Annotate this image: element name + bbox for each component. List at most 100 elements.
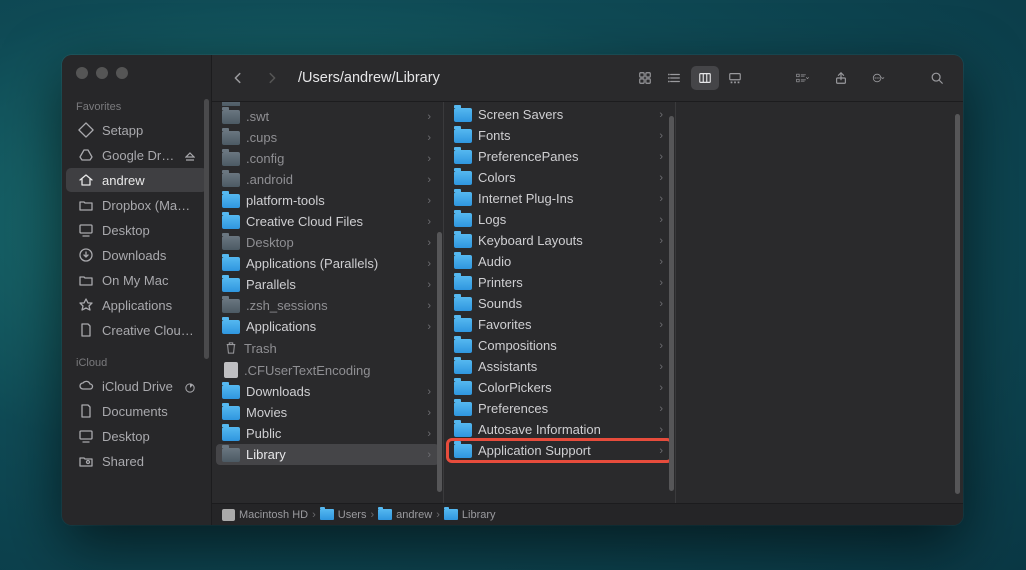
sidebar-item[interactable]: Applications [66, 293, 207, 317]
sidebar-item[interactable]: Desktop [66, 424, 207, 448]
file-row[interactable]: Application Support› [448, 440, 671, 461]
folder-icon [454, 213, 472, 227]
folder-icon [454, 255, 472, 269]
file-row[interactable]: Compositions› [448, 335, 671, 356]
zoom-button[interactable] [116, 67, 128, 79]
sidebar-item[interactable]: On My Mac [66, 268, 207, 292]
sidebar-item[interactable]: Creative Clou… [66, 318, 207, 342]
file-label: Printers [478, 275, 653, 290]
forward-button[interactable] [258, 66, 286, 90]
file-row[interactable]: platform-tools› [216, 190, 439, 211]
search-button[interactable] [923, 66, 951, 90]
file-row[interactable]: .swt› [216, 106, 439, 127]
file-row[interactable]: Desktop› [216, 232, 439, 253]
file-row[interactable]: Assistants› [448, 356, 671, 377]
sidebar-item[interactable]: Setapp [66, 118, 207, 142]
file-row[interactable]: Parallels› [216, 274, 439, 295]
folder-icon [454, 150, 472, 164]
window-controls [62, 67, 211, 97]
file-row[interactable]: .zsh_sessions› [216, 295, 439, 316]
sidebar-item[interactable]: Desktop [66, 218, 207, 242]
action-menu-button[interactable] [861, 66, 897, 90]
sidebar-item-label: Setapp [102, 123, 143, 138]
gallery-view-button[interactable] [721, 66, 749, 90]
file-row[interactable]: Screen Savers› [448, 104, 671, 125]
file-label: Colors [478, 170, 653, 185]
sidebar-scrollbar[interactable] [204, 99, 209, 359]
folder-icon [222, 194, 240, 208]
chevron-right-icon: › [427, 237, 433, 249]
file-row[interactable]: Applications› [216, 316, 439, 337]
folder-icon [454, 297, 472, 311]
file-row[interactable]: Sounds› [448, 293, 671, 314]
folder-icon [454, 318, 472, 332]
file-row[interactable]: Trash [216, 337, 439, 359]
gallery-icon [728, 71, 742, 85]
file-row[interactable]: Favorites› [448, 314, 671, 335]
list-icon [668, 71, 682, 85]
shared-icon [78, 453, 94, 469]
file-label: .zsh_sessions [246, 298, 421, 313]
file-label: Creative Cloud Files [246, 214, 421, 229]
column-view-button[interactable] [691, 66, 719, 90]
folder-icon [454, 276, 472, 290]
file-row[interactable]: Public› [216, 423, 439, 444]
file-row[interactable]: Creative Cloud Files› [216, 211, 439, 232]
file-row[interactable]: Downloads› [216, 381, 439, 402]
folder-icon [222, 278, 240, 292]
column-3-scrollbar[interactable] [955, 114, 960, 494]
sidebar-item[interactable]: Dropbox (Ma… [66, 193, 207, 217]
columns-icon [698, 71, 712, 85]
file-row[interactable]: Colors› [448, 167, 671, 188]
file-row[interactable]: .config› [216, 148, 439, 169]
file-row[interactable]: Logs› [448, 209, 671, 230]
back-button[interactable] [224, 66, 252, 90]
minimize-button[interactable] [96, 67, 108, 79]
file-row[interactable]: Internet Plug-Ins› [448, 188, 671, 209]
file-row[interactable]: Printers› [448, 272, 671, 293]
chevron-right-icon: › [659, 403, 665, 415]
file-row[interactable]: Movies› [216, 402, 439, 423]
apps-icon [78, 297, 94, 313]
file-row[interactable]: .cups› [216, 127, 439, 148]
file-row[interactable]: Keyboard Layouts› [448, 230, 671, 251]
sidebar-item[interactable]: iCloud Drive [66, 374, 207, 398]
folder-icon [222, 299, 240, 313]
chevron-right-icon: › [427, 111, 433, 123]
file-row[interactable]: Applications (Parallels)› [216, 253, 439, 274]
close-button[interactable] [76, 67, 88, 79]
sidebar-item[interactable]: Shared [66, 449, 207, 473]
chevron-right-icon: › [427, 132, 433, 144]
list-view-button[interactable] [661, 66, 689, 90]
group-by-button[interactable] [785, 66, 821, 90]
column-2-scrollbar[interactable] [669, 116, 674, 491]
path-item[interactable]: Library [444, 509, 496, 521]
sidebar-item[interactable]: Documents [66, 399, 207, 423]
path-item[interactable]: andrew [378, 509, 432, 521]
file-row[interactable]: .android› [216, 169, 439, 190]
file-row[interactable]: ColorPickers› [448, 377, 671, 398]
sidebar-item[interactable]: Google Dr… [66, 143, 207, 167]
path-item[interactable]: Users [320, 509, 367, 521]
file-label [246, 102, 421, 104]
file-row[interactable]: Autosave Information› [448, 419, 671, 440]
file-row[interactable]: .CFUserTextEncoding [216, 359, 439, 381]
chevron-right-icon: › [427, 258, 433, 270]
file-row[interactable]: Library› [216, 444, 439, 465]
file-row[interactable]: PreferencePanes› [448, 146, 671, 167]
folder-icon [454, 360, 472, 374]
icon-view-button[interactable] [631, 66, 659, 90]
file-row[interactable]: Preferences› [448, 398, 671, 419]
file-row[interactable]: Fonts› [448, 125, 671, 146]
chevron-right-icon: › [659, 130, 665, 142]
chevron-right-icon: › [659, 445, 665, 457]
sidebar-item[interactable]: Downloads [66, 243, 207, 267]
sidebar-item[interactable]: andrew [66, 168, 207, 192]
chevron-right-icon: › [659, 319, 665, 331]
share-button[interactable] [827, 66, 855, 90]
file-row[interactable]: Audio› [448, 251, 671, 272]
column-1-scrollbar[interactable] [437, 232, 442, 492]
eject-icon[interactable] [185, 150, 195, 160]
path-item[interactable]: Macintosh HD [222, 509, 308, 521]
chevron-right-icon: › [427, 279, 433, 291]
